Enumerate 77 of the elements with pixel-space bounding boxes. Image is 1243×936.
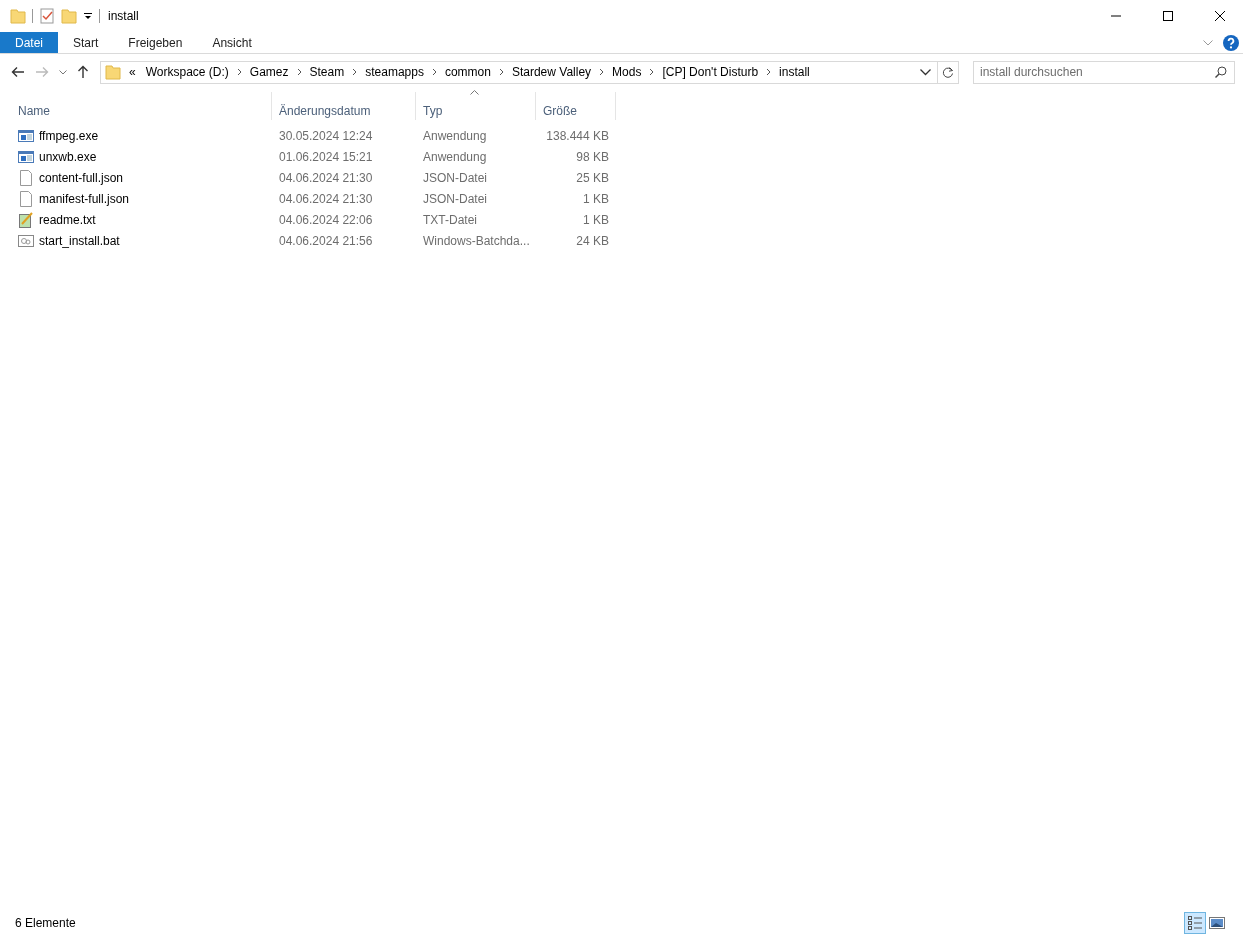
- column-header[interactable]: Größe: [536, 92, 616, 120]
- chevron-down-icon[interactable]: [920, 68, 931, 76]
- chevron-right-icon: [599, 68, 605, 76]
- modified-date: 04.06.2024 21:30: [279, 170, 373, 185]
- breadcrumb-item[interactable]: Stardew Valley: [509, 63, 594, 81]
- breadcrumb-item[interactable]: Gamez: [247, 63, 291, 81]
- search-icon: [1215, 65, 1227, 78]
- details-view-icon: [1187, 915, 1203, 931]
- file-type: JSON-Datei: [423, 170, 487, 185]
- back-arrow-icon: [11, 66, 25, 78]
- file-name[interactable]: content-full.json: [39, 168, 124, 187]
- modified-date: 30.05.2024 12:24: [279, 128, 373, 143]
- breadcrumb-item[interactable]: install: [777, 63, 812, 81]
- application-icon: [18, 127, 34, 144]
- file-name[interactable]: ffmpeg.exe: [39, 126, 99, 145]
- details-view-button[interactable]: [1184, 912, 1206, 934]
- file-size: 25 KB: [576, 170, 609, 185]
- chevron-right-icon: [352, 68, 358, 76]
- chevron-right-icon: [431, 68, 437, 76]
- ribbon-tab[interactable]: Freigeben: [113, 32, 198, 53]
- file-name[interactable]: manifest-full.json: [39, 189, 130, 208]
- file-type: Windows-Batchda...: [423, 233, 530, 248]
- modified-date: 04.06.2024 21:56: [279, 233, 373, 248]
- item-count: 6 Elemente: [15, 915, 76, 932]
- breadcrumb-item[interactable]: Steam: [307, 63, 347, 81]
- search-field[interactable]: install durchsuchen: [973, 60, 1235, 84]
- file-size: 1 KB: [583, 212, 609, 227]
- file-name[interactable]: unxwb.exe: [39, 147, 97, 166]
- folder-icon: [105, 64, 121, 80]
- forward-arrow-icon: [35, 66, 49, 78]
- column-header[interactable]: Name: [0, 92, 272, 120]
- modified-date: 04.06.2024 21:30: [279, 191, 373, 206]
- ribbon-tab[interactable]: Ansicht: [197, 32, 267, 53]
- application-icon: [18, 148, 34, 165]
- file-icon: [18, 190, 34, 207]
- expand-icon[interactable]: [1203, 39, 1213, 46]
- modified-date: 04.06.2024 22:06: [279, 212, 373, 227]
- maximize-icon: [1163, 11, 1173, 21]
- chevron-right-icon: [766, 68, 772, 76]
- up-arrow-icon: [77, 65, 89, 79]
- notepad-icon: [18, 211, 34, 228]
- chevron-right-icon: [498, 68, 504, 76]
- file-size: 138.444 KB: [546, 128, 609, 143]
- chevron-right-icon: [649, 68, 655, 76]
- file-size: 24 KB: [576, 233, 609, 248]
- file-icon: [18, 169, 34, 186]
- gear-document-icon: [18, 232, 34, 249]
- picture-icon: [1209, 915, 1225, 931]
- chevron-down-icon: [59, 69, 67, 75]
- checklist-icon[interactable]: [39, 8, 55, 24]
- chevron-right-icon: [236, 68, 242, 76]
- dropdown-icon[interactable]: [83, 11, 93, 21]
- path-overflow-mark[interactable]: «: [127, 63, 138, 81]
- ribbon-tab[interactable]: Datei: [0, 32, 58, 53]
- file-size: 1 KB: [583, 191, 609, 206]
- file-type: TXT-Datei: [423, 212, 477, 227]
- breadcrumb-item[interactable]: [CP] Don't Disturb: [660, 63, 761, 81]
- breadcrumb-item[interactable]: steamapps: [363, 63, 426, 81]
- breadcrumb-item[interactable]: common: [442, 63, 493, 81]
- refresh-icon[interactable]: [942, 66, 954, 78]
- ribbon-tab[interactable]: Start: [58, 32, 114, 53]
- file-type: JSON-Datei: [423, 191, 487, 206]
- close-icon: [1215, 11, 1225, 21]
- file-type: Anwendung: [423, 128, 487, 143]
- file-name[interactable]: start_install.bat: [39, 231, 120, 250]
- breadcrumb-item[interactable]: Mods: [610, 63, 644, 81]
- file-size: 98 KB: [576, 149, 609, 164]
- file-type: Anwendung: [423, 149, 487, 164]
- modified-date: 01.06.2024 15:21: [279, 149, 373, 164]
- address-bar[interactable]: « Workspace (D:) Gamez Steam steamapps common Stardew Valley Mods [CP] Don't Disturb install: [100, 60, 959, 84]
- window-title: install: [108, 8, 139, 25]
- breadcrumb-item[interactable]: Workspace (D:): [143, 63, 231, 81]
- chevron-right-icon: [296, 68, 302, 76]
- file-name[interactable]: readme.txt: [39, 210, 96, 229]
- column-header[interactable]: Änderungsdatum: [272, 92, 416, 120]
- help-icon[interactable]: [1223, 34, 1239, 51]
- column-header[interactable]: Typ: [416, 92, 536, 120]
